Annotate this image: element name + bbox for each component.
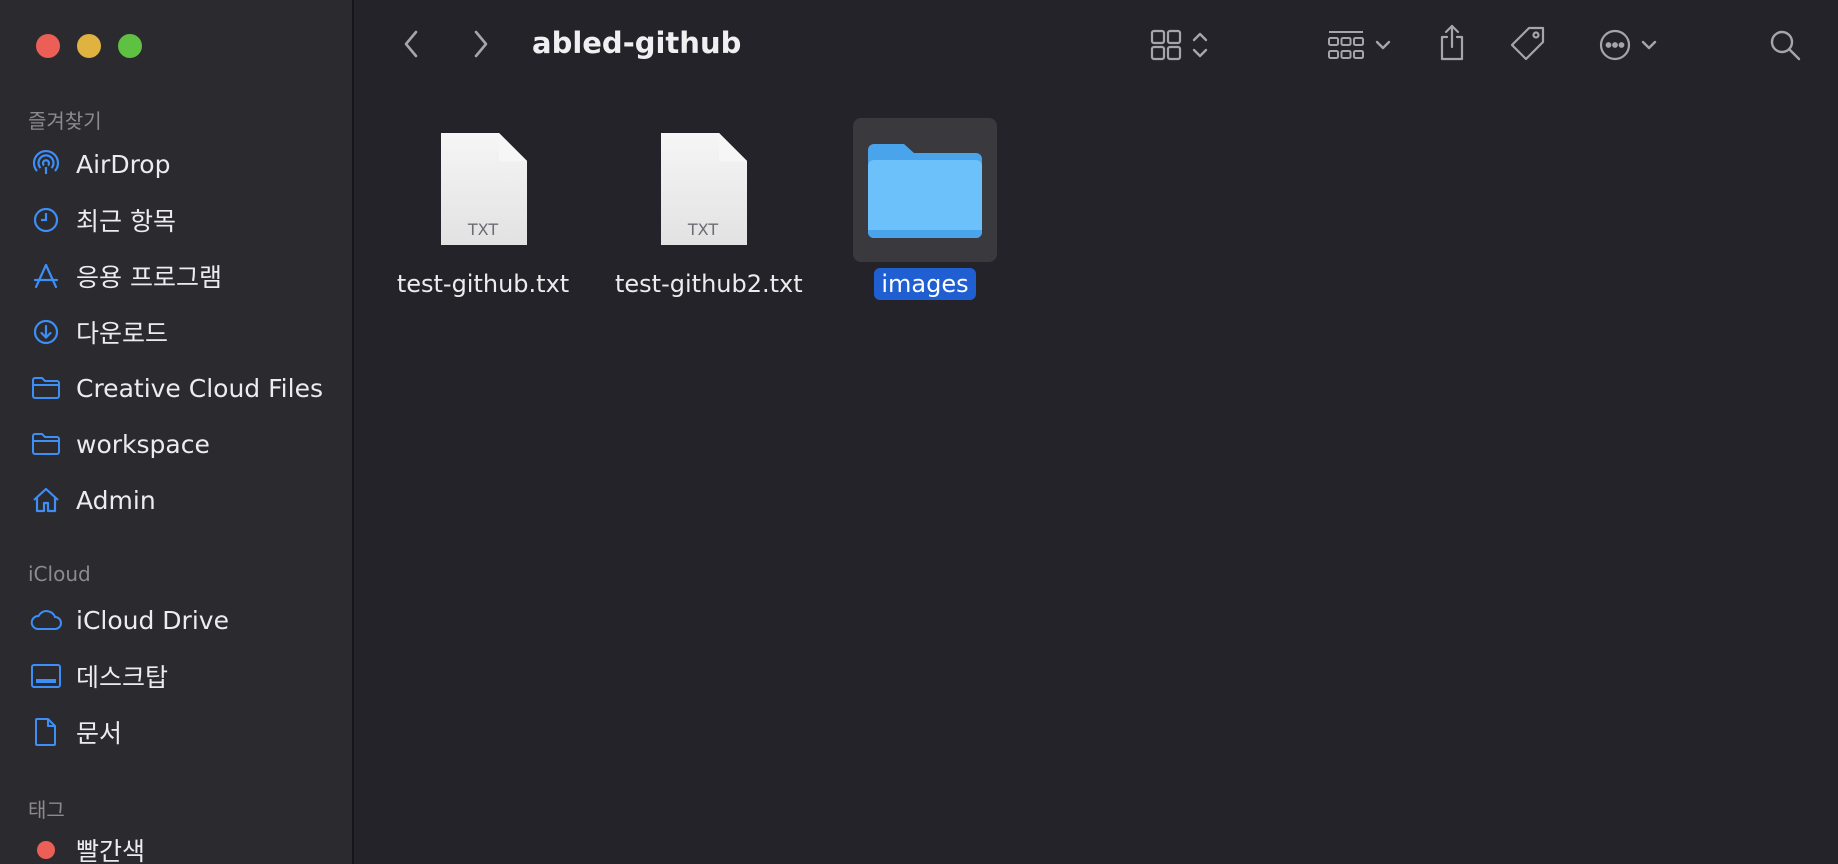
desktop-icon [28, 658, 64, 694]
file-item[interactable]: TXT test-github.txt [388, 118, 578, 300]
forward-button[interactable] [466, 26, 496, 62]
file-thumbnail: TXT [631, 118, 775, 262]
share-icon [1440, 24, 1464, 61]
share-button[interactable] [1432, 20, 1472, 66]
file-name: test-github2.txt [615, 270, 803, 298]
sidebar-item-label: 응용 프로그램 [76, 263, 222, 292]
sidebar-item-recents[interactable]: 최근 항목 [28, 200, 338, 240]
cloud-icon [28, 602, 64, 638]
ellipsis-circle-icon [1599, 29, 1631, 61]
file-thumbnail [853, 118, 997, 262]
group-view-icon [1328, 31, 1364, 59]
tag-dot-icon [28, 832, 64, 864]
text-file-icon: TXT [657, 131, 749, 249]
download-icon [28, 314, 64, 350]
file-name: test-github.txt [396, 270, 570, 298]
file-thumbnail: TXT [411, 118, 555, 262]
clock-icon [28, 202, 64, 238]
sidebar-item-label: Creative Cloud Files [76, 373, 323, 403]
sidebar: 즐겨찾기 AirDrop 최근 항목 응용 프로그램 다운로드 Creative… [0, 0, 354, 864]
sidebar-item-icloud-drive[interactable]: iCloud Drive [28, 600, 338, 640]
view-mode-button[interactable] [1144, 24, 1214, 66]
document-icon [28, 714, 64, 750]
minimize-button[interactable] [77, 34, 101, 58]
file-browser: TXT test-github.txt TXT test-github2.txt… [356, 92, 1838, 864]
sidebar-section-favorites: 즐겨찾기 [28, 109, 102, 133]
sidebar-item-label: 다운로드 [76, 319, 169, 348]
grid-view-icon [1150, 29, 1182, 61]
airdrop-icon [28, 146, 64, 182]
sidebar-item-label: iCloud Drive [76, 605, 229, 635]
window-controls [36, 34, 142, 58]
sidebar-item-desktop[interactable]: 데스크탑 [28, 656, 338, 696]
file-name: images [874, 268, 976, 300]
sidebar-item-label: workspace [76, 429, 210, 459]
sidebar-item-label: AirDrop [76, 149, 171, 179]
folder-icon [868, 144, 982, 238]
sidebar-item-creative-cloud-files[interactable]: Creative Cloud Files [28, 368, 338, 408]
folder-icon [28, 370, 64, 406]
tags-button[interactable] [1506, 22, 1550, 66]
sidebar-item-label: 문서 [76, 719, 123, 748]
apps-icon [28, 258, 64, 294]
sidebar-section-tags: 태그 [28, 798, 65, 822]
chevron-right-icon [474, 30, 488, 58]
sidebar-item-label: 최근 항목 [76, 207, 176, 236]
back-button[interactable] [396, 26, 426, 62]
file-kind-label: TXT [467, 220, 499, 239]
chevron-down-icon [1641, 40, 1657, 50]
folder-icon [28, 426, 64, 462]
group-button[interactable] [1320, 24, 1398, 66]
chevron-updown-icon [1192, 32, 1208, 58]
search-button[interactable] [1764, 24, 1806, 66]
zoom-button[interactable] [118, 34, 142, 58]
close-button[interactable] [36, 34, 60, 58]
sidebar-item-label: Admin [76, 485, 156, 515]
search-icon [1770, 30, 1801, 61]
folder-item-selected[interactable]: images [830, 118, 1020, 300]
sidebar-section-icloud: iCloud [28, 562, 91, 586]
sidebar-item-admin[interactable]: Admin [28, 480, 338, 520]
text-file-icon: TXT [437, 131, 529, 249]
sidebar-item-downloads[interactable]: 다운로드 [28, 312, 338, 352]
chevron-down-icon [1375, 40, 1391, 50]
sidebar-item-workspace[interactable]: workspace [28, 424, 338, 464]
toolbar: abled-github [356, 0, 1838, 92]
window-title: abled-github [532, 26, 742, 60]
file-item[interactable]: TXT test-github2.txt [608, 118, 803, 300]
home-icon [28, 482, 64, 518]
chevron-left-icon [404, 30, 418, 58]
sidebar-item-tag-red[interactable]: 빨간색 [28, 830, 338, 864]
sidebar-item-label: 데스크탑 [76, 663, 169, 692]
tag-icon [1510, 26, 1545, 61]
sidebar-item-label: 빨간색 [76, 837, 146, 864]
file-kind-label: TXT [687, 220, 719, 239]
sidebar-item-documents[interactable]: 문서 [28, 712, 338, 752]
more-actions-button[interactable] [1592, 24, 1664, 66]
sidebar-item-airdrop[interactable]: AirDrop [28, 144, 338, 184]
sidebar-item-applications[interactable]: 응용 프로그램 [28, 256, 338, 296]
finder-window: 즐겨찾기 AirDrop 최근 항목 응용 프로그램 다운로드 Creative… [0, 0, 1838, 864]
